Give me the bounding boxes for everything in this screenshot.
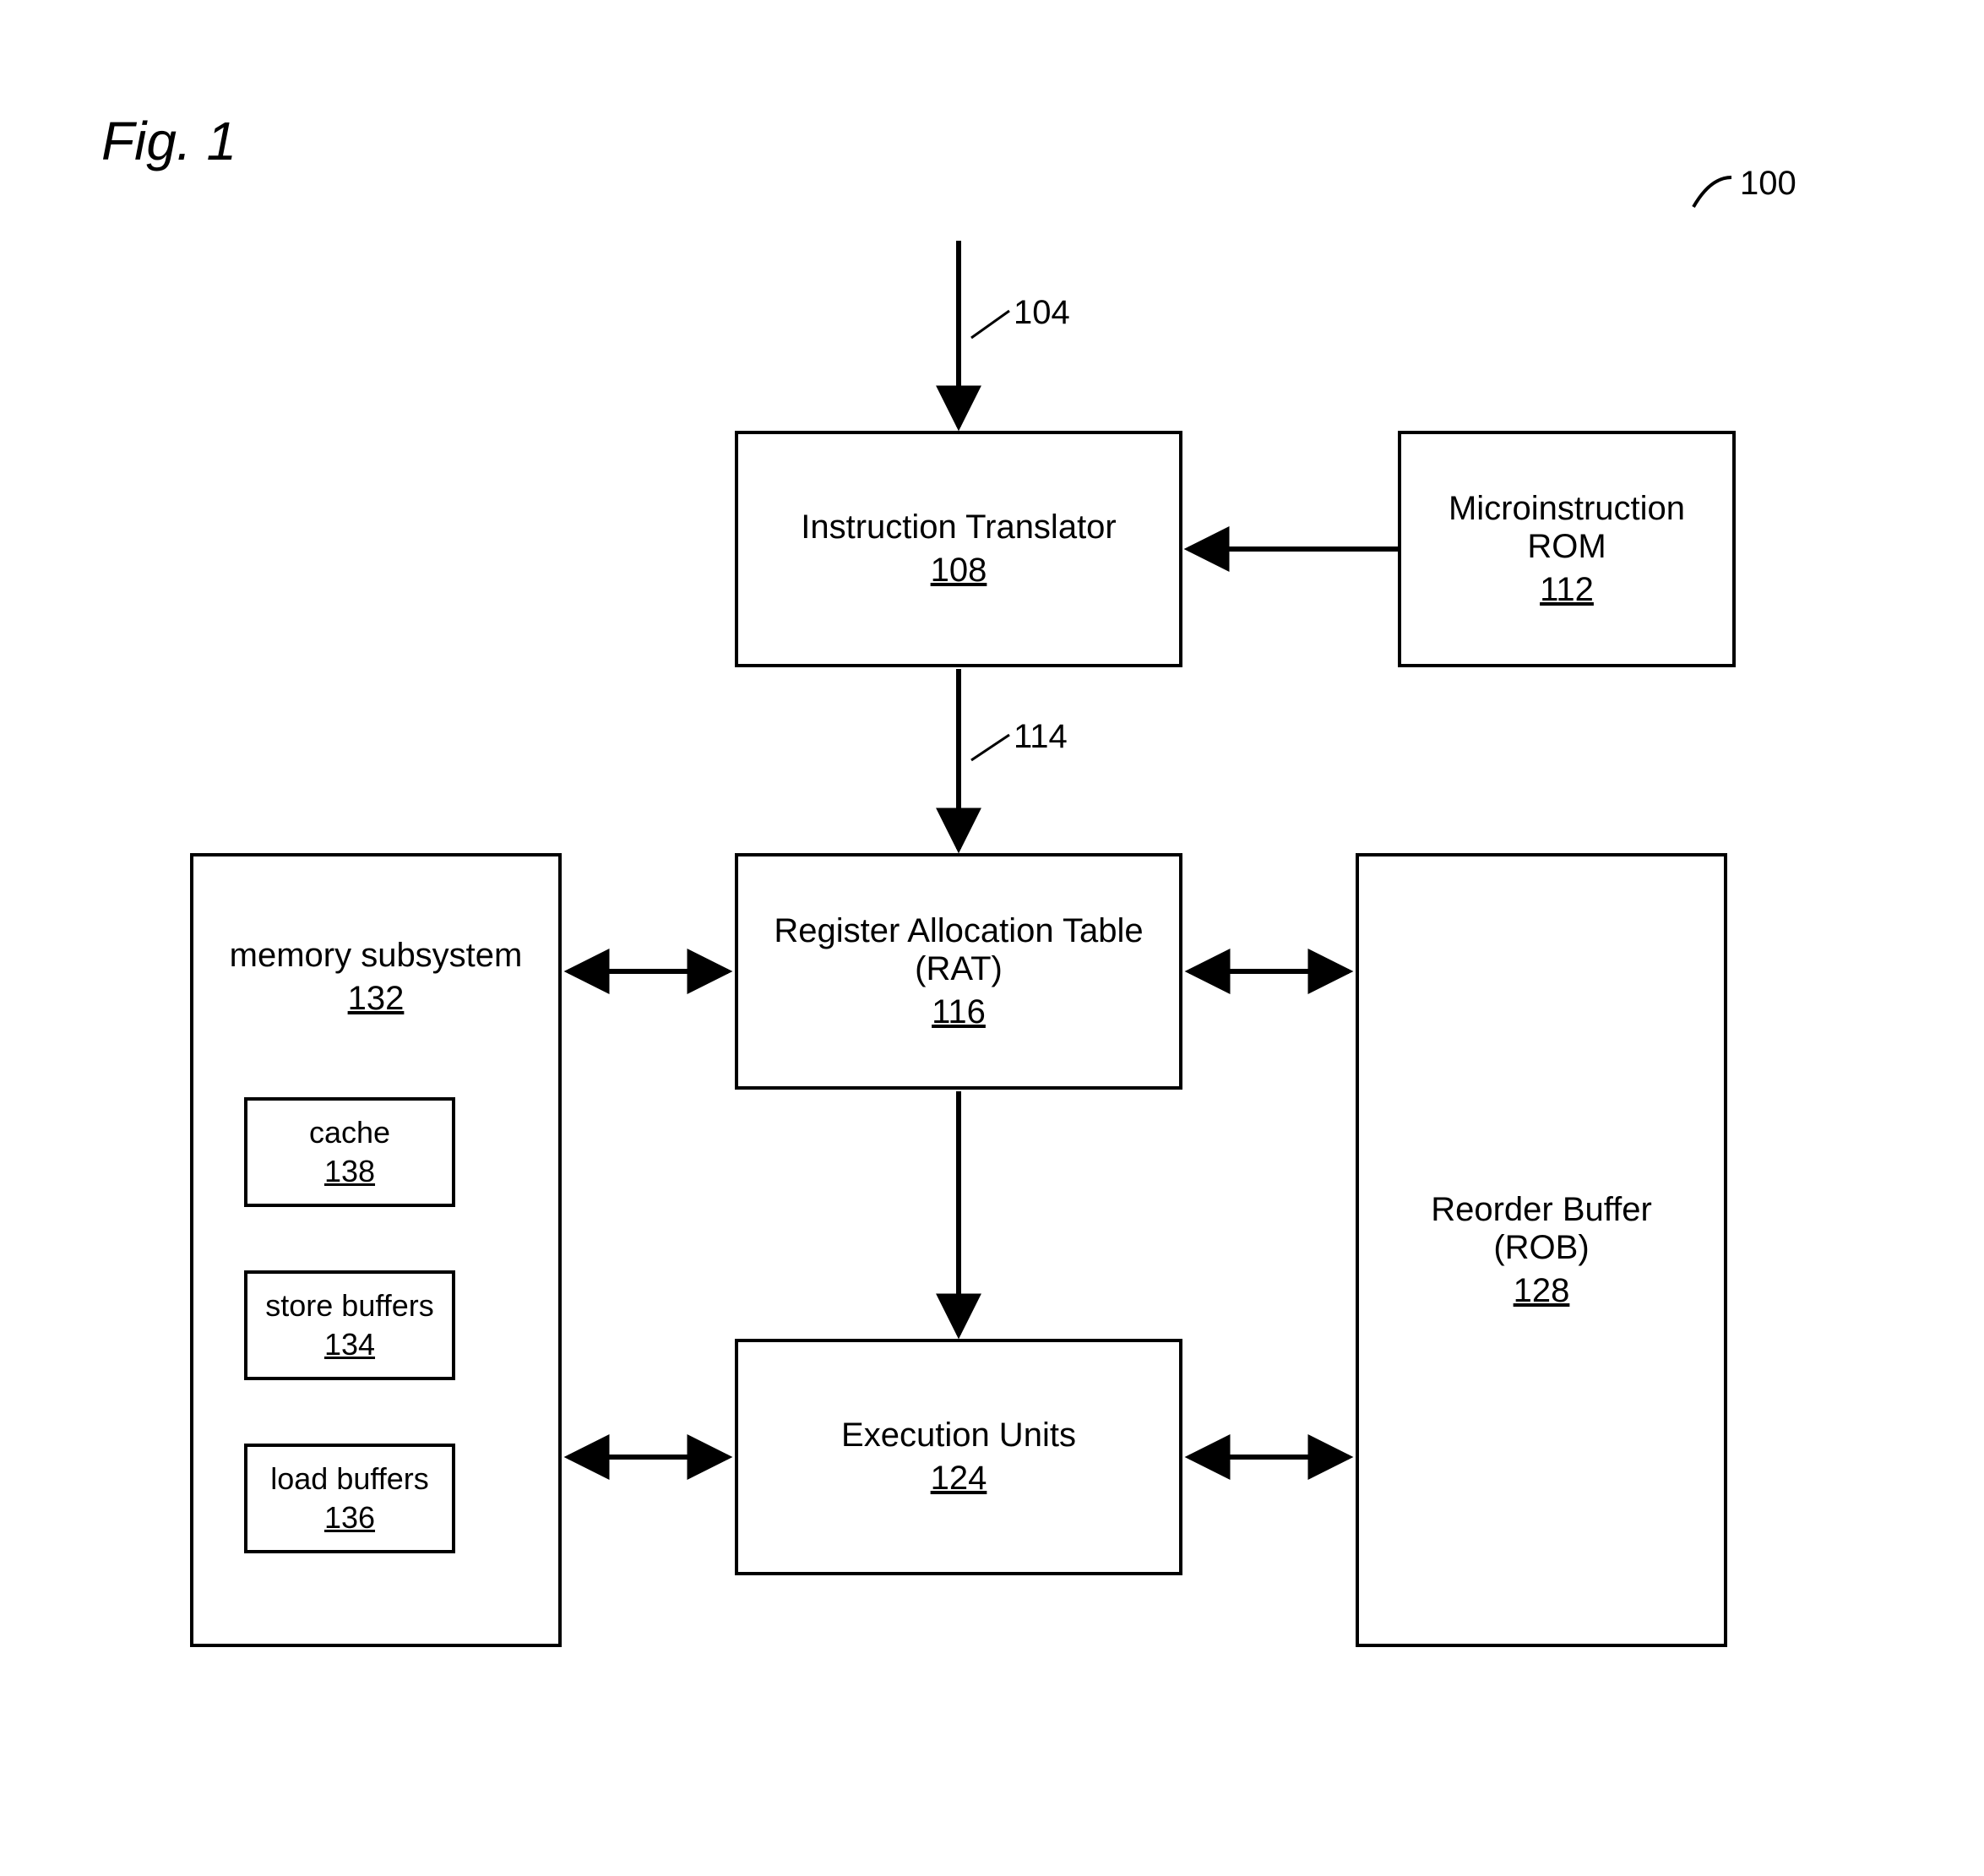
ref-100: 100	[1740, 165, 1796, 203]
block-num: 108	[931, 552, 987, 590]
block-store-buffers: store buffers 134	[244, 1270, 455, 1380]
block-title: Instruction Translator	[801, 508, 1117, 546]
diagram-canvas: Fig. 1 100 104 114 Instruction Translato…	[0, 0, 1984, 1876]
load-buffers-num: 136	[324, 1500, 375, 1536]
rob-title-line2: (ROB)	[1493, 1229, 1589, 1267]
load-buffers-title: load buffers	[270, 1461, 428, 1497]
figure-title: Fig. 1	[101, 110, 236, 172]
cache-num: 138	[324, 1154, 375, 1189]
block-title-line2: ROM	[1527, 528, 1606, 566]
rat-title-line1: Register Allocation Table	[774, 912, 1143, 950]
ref-104: 104	[1014, 294, 1070, 332]
block-rob: Reorder Buffer (ROB) 128	[1356, 853, 1727, 1647]
store-buffers-title: store buffers	[265, 1288, 433, 1324]
block-num: 112	[1540, 571, 1594, 609]
block-rat: Register Allocation Table (RAT) 116	[735, 853, 1182, 1090]
block-microinstruction-rom: Microinstruction ROM 112	[1398, 431, 1736, 667]
memory-subsystem-label: memory subsystem 132	[193, 937, 558, 1018]
cache-title: cache	[309, 1115, 390, 1150]
execution-units-title: Execution Units	[841, 1417, 1076, 1455]
memory-subsystem-title: memory subsystem	[230, 937, 523, 974]
block-load-buffers: load buffers 136	[244, 1444, 455, 1553]
block-title-line1: Microinstruction	[1449, 490, 1685, 528]
execution-units-num: 124	[931, 1460, 987, 1498]
memory-subsystem-num: 132	[193, 980, 558, 1018]
store-buffers-num: 134	[324, 1327, 375, 1362]
rat-title-line2: (RAT)	[915, 950, 1003, 988]
ref-114: 114	[1014, 718, 1068, 756]
rob-title-line1: Reorder Buffer	[1431, 1191, 1652, 1229]
block-instruction-translator: Instruction Translator 108	[735, 431, 1182, 667]
block-cache: cache 138	[244, 1097, 455, 1207]
rob-num: 128	[1514, 1272, 1570, 1310]
block-memory-subsystem: memory subsystem 132 cache 138 store buf…	[190, 853, 562, 1647]
block-execution-units: Execution Units 124	[735, 1339, 1182, 1575]
rat-num: 116	[932, 993, 986, 1031]
